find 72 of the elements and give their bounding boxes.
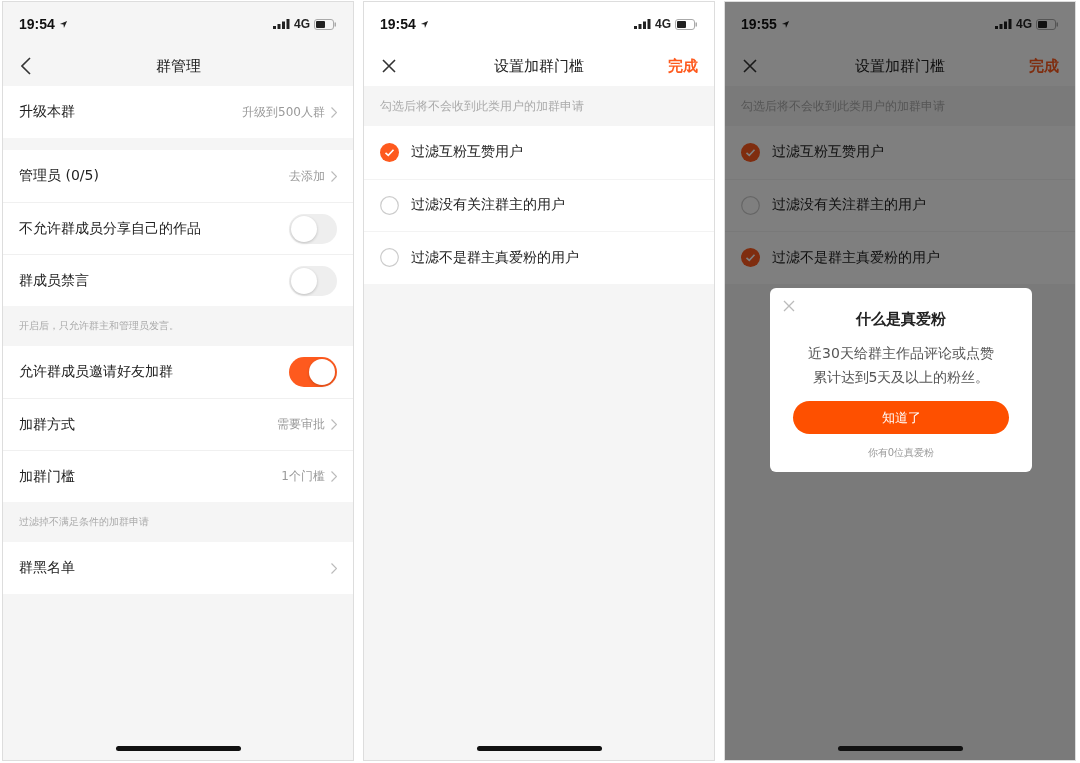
dialog-footnote: 你有0位真爱粉 <box>867 446 935 460</box>
option-label: 过滤没有关注群主的用户 <box>772 196 926 215</box>
screen-title: 群管理 <box>155 56 201 76</box>
network-label: 4G <box>655 17 671 31</box>
toggle-switch[interactable] <box>289 357 337 387</box>
status-time: 19:54 <box>380 16 416 32</box>
chevron-icon <box>331 419 337 430</box>
chevron-icon <box>331 106 337 118</box>
screen-title: 设置加群门槛 <box>855 56 945 76</box>
toggle-switch[interactable] <box>289 213 337 244</box>
option-label: 过滤不是群主真爱粉的用户 <box>772 248 940 267</box>
dialog-title: 什么是真爱粉 <box>856 310 946 329</box>
signal-icon <box>273 19 290 29</box>
checkbox[interactable] <box>380 248 399 268</box>
toggle-switch[interactable] <box>289 265 337 296</box>
setting-row[interactable]: 升级本群 升级到500人群 <box>3 86 353 138</box>
checkbox[interactable] <box>380 195 399 215</box>
setting-label: 加群方式 <box>19 415 76 434</box>
dialog-text: 近30天给群主作品评论或点赞累计达到5天及以上的粉丝。 <box>807 344 995 387</box>
setting-row[interactable]: 加群方式 需要审批 <box>3 398 353 450</box>
setting-row[interactable]: 群黑名单 <box>3 542 353 594</box>
network-label: 4G <box>1016 17 1032 31</box>
setting-label: 升级本群 <box>19 103 76 121</box>
setting-row[interactable]: 加群门槛 1个门槛 <box>3 450 353 502</box>
section-note: 开启后，只允许群主和管理员发言。 <box>18 319 180 333</box>
filter-option[interactable]: 过滤互粉互赞用户 <box>364 126 714 179</box>
signal-icon <box>995 19 1012 29</box>
checkbox[interactable] <box>741 195 760 215</box>
setting-value: 1个门槛 <box>281 468 325 485</box>
setting-row[interactable]: 管理员 (0/5) 去添加 <box>3 150 353 202</box>
close-icon[interactable] <box>382 59 396 73</box>
chevron-icon <box>331 471 337 482</box>
setting-row[interactable]: 允许群成员邀请好友加群 <box>3 346 353 398</box>
setting-row[interactable]: 不允许群成员分享自己的作品 <box>3 202 353 254</box>
screen-title: 设置加群门槛 <box>494 56 584 76</box>
hint-text: 勾选后将不会收到此类用户的加群申请 <box>379 97 585 115</box>
filter-option[interactable]: 过滤没有关注群主的用户 <box>364 178 714 231</box>
back-icon[interactable] <box>21 57 31 75</box>
setting-label: 管理员 (0/5) <box>19 167 100 185</box>
chevron-icon <box>331 562 337 574</box>
setting-label: 允许群成员邀请好友加群 <box>19 363 174 381</box>
filter-option[interactable]: 过滤互粉互赞用户 <box>725 126 1075 179</box>
filter-option[interactable]: 过滤不是群主真爱粉的用户 <box>364 231 714 284</box>
battery-icon <box>314 18 337 30</box>
checkbox[interactable] <box>741 248 760 268</box>
filter-option[interactable]: 过滤不是群主真爱粉的用户 <box>725 231 1075 284</box>
signal-icon <box>634 19 651 29</box>
setting-label: 加群门槛 <box>19 467 76 486</box>
chevron-icon <box>331 170 337 182</box>
setting-label: 不允许群成员分享自己的作品 <box>19 219 202 238</box>
setting-row[interactable]: 群成员禁言 <box>3 254 353 306</box>
setting-label: 群黑名单 <box>19 559 76 577</box>
location-icon <box>780 19 790 29</box>
setting-value: 去添加 <box>289 167 325 185</box>
filter-option[interactable]: 过滤没有关注群主的用户 <box>725 178 1075 231</box>
option-label: 过滤不是群主真爱粉的用户 <box>411 248 579 267</box>
checkbox[interactable] <box>380 142 399 162</box>
battery-icon <box>1036 18 1059 30</box>
status-time: 19:55 <box>741 16 777 32</box>
section-note: 过滤掉不满足条件的加群申请 <box>18 515 150 529</box>
status-time: 19:54 <box>19 16 55 32</box>
location-icon <box>419 19 429 29</box>
option-label: 过滤没有关注群主的用户 <box>411 196 565 215</box>
option-label: 过滤互粉互赞用户 <box>411 143 523 162</box>
option-label: 过滤互粉互赞用户 <box>772 143 884 162</box>
network-label: 4G <box>294 17 310 31</box>
battery-icon <box>675 18 698 30</box>
setting-label: 群成员禁言 <box>19 271 90 290</box>
checkbox[interactable] <box>741 142 760 162</box>
location-icon <box>58 19 68 29</box>
setting-value: 需要审批 <box>277 416 325 433</box>
setting-value: 升级到500人群 <box>242 103 325 121</box>
